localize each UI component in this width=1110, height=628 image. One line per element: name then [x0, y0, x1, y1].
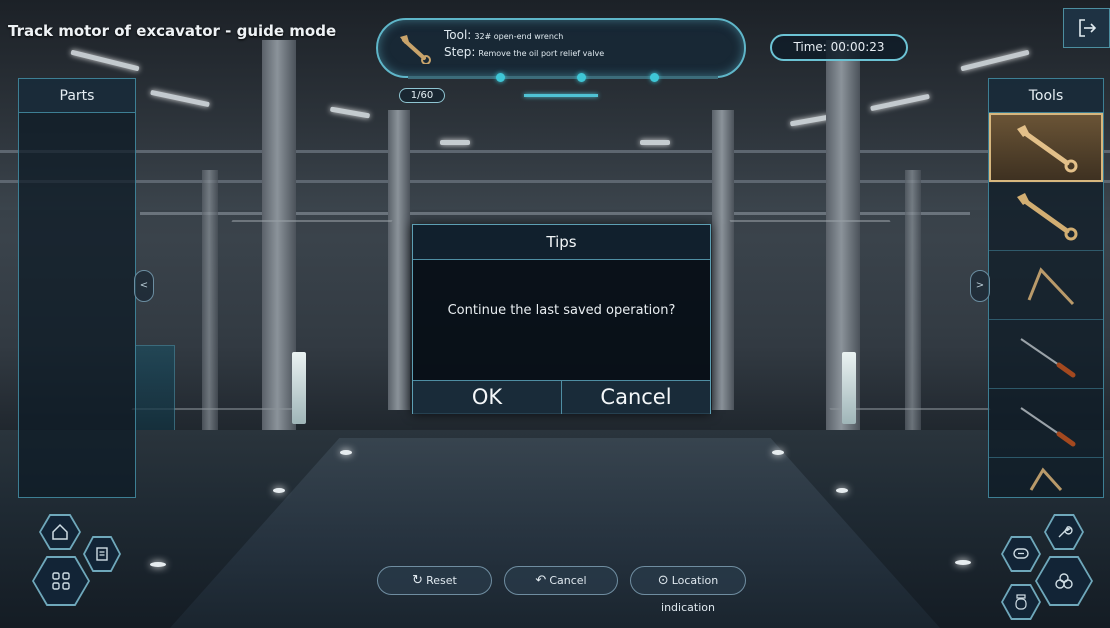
undo-button[interactable]: ↶ Cancel — [504, 566, 618, 595]
tool-slot[interactable] — [989, 251, 1103, 320]
floor-lamp — [150, 562, 166, 567]
chevron-right-icon: > — [975, 280, 985, 291]
dialog-title: Tips — [413, 225, 710, 260]
tips-dialog: Tips Continue the last saved operation? … — [412, 224, 711, 414]
floor-lamp — [772, 450, 784, 455]
chevron-left-icon: < — [139, 280, 149, 291]
ceiling-beam — [0, 150, 1110, 153]
tools-panel: Tools — [988, 78, 1104, 498]
floor-lamp — [955, 560, 971, 565]
dialog-buttons: OK Cancel — [413, 380, 710, 414]
dialog-message: Continue the last saved operation? — [447, 303, 676, 318]
exit-button[interactable] — [1063, 8, 1110, 48]
screwdriver-icon — [1020, 407, 1076, 447]
step-counter: 1/60 — [399, 88, 445, 103]
undo-icon: ↶ — [535, 573, 547, 588]
floor-lamp — [340, 450, 352, 455]
collapse-tools-button[interactable]: > — [970, 270, 990, 302]
open-end-wrench-icon — [1017, 193, 1078, 241]
reset-button[interactable]: ↻ Reset — [377, 566, 492, 595]
document-icon — [96, 547, 108, 561]
progress-dot[interactable] — [496, 73, 505, 82]
wrench-icon — [1058, 526, 1073, 538]
tool-slot[interactable] — [989, 458, 1103, 496]
kiosk — [842, 352, 856, 424]
hex-key-icon — [1027, 267, 1075, 306]
tool-slot[interactable] — [989, 113, 1103, 182]
tool-slot[interactable] — [989, 389, 1103, 458]
step-label: Step: — [444, 45, 476, 59]
ceiling-light — [440, 140, 470, 145]
page-title: Track motor of excavator - guide mode — [8, 22, 337, 40]
tools-panel-title: Tools — [989, 79, 1103, 113]
tool-slot[interactable] — [989, 182, 1103, 251]
floor-lamp — [836, 488, 848, 493]
tool-info: Tool: 32# open-end wrench — [444, 28, 563, 42]
parts-panel-title: Parts — [19, 79, 135, 113]
location-indication-button[interactable]: ⊙ Location indication — [630, 566, 746, 614]
tool-slot[interactable] — [989, 320, 1103, 389]
reset-label: Reset — [426, 574, 457, 587]
step-value: Remove the oil port relief valve — [478, 49, 605, 58]
cancel-button[interactable]: Cancel — [561, 381, 710, 414]
canister-icon — [1015, 594, 1027, 610]
step-info: Step: Remove the oil port relief valve — [444, 45, 604, 59]
comment-icon — [1013, 548, 1029, 559]
progress-track — [408, 76, 718, 79]
parts-panel: Parts — [18, 78, 136, 498]
grid-icon — [52, 572, 70, 590]
tool-value: 32# open-end wrench — [474, 32, 564, 41]
collapse-parts-button[interactable]: < — [134, 270, 154, 302]
right-stairs — [729, 220, 991, 410]
ok-button[interactable]: OK — [413, 381, 561, 414]
components-icon — [1055, 573, 1073, 589]
kiosk — [292, 352, 306, 424]
step-info-panel: Tool: 32# open-end wrench Step: Remove the… — [376, 18, 746, 78]
decorative-bar — [524, 94, 598, 97]
timer: Time: 00:00:23 — [770, 34, 908, 61]
undo-label: Cancel — [549, 574, 587, 587]
open-end-wrench-icon — [400, 35, 431, 64]
steel-column — [712, 110, 734, 410]
location-label: Location indication — [661, 574, 719, 614]
progress-dot[interactable] — [650, 73, 659, 82]
floor-lamp — [273, 488, 285, 493]
steel-column — [388, 110, 410, 410]
open-end-wrench-icon — [1017, 124, 1078, 172]
ceiling-light — [640, 140, 670, 145]
home-icon — [52, 523, 68, 540]
hex-key-icon — [1029, 467, 1063, 492]
location-pin-icon: ⊙ — [657, 573, 669, 588]
progress-dot[interactable] — [577, 73, 586, 82]
reset-icon: ↻ — [412, 573, 424, 588]
tool-label: Tool: — [444, 28, 472, 42]
ceiling-beam — [0, 180, 1110, 183]
screwdriver-icon — [1020, 338, 1076, 378]
exit-icon — [1078, 19, 1096, 37]
